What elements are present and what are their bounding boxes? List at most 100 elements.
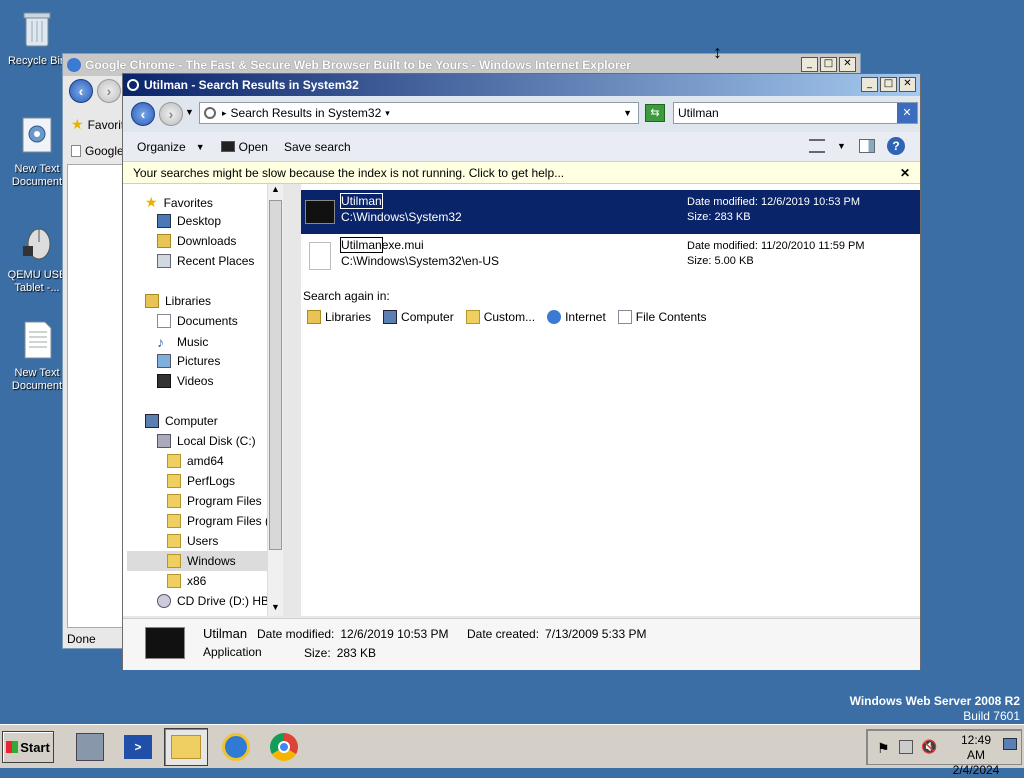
explorer-task-button[interactable] — [164, 728, 208, 766]
version-line-1: Windows Web Server 2008 R2 — [849, 694, 1020, 708]
close-button[interactable]: ✕ — [839, 57, 856, 72]
show-desktop-icon[interactable] — [1003, 738, 1017, 750]
nav-downloads[interactable]: Downloads — [157, 234, 236, 248]
search-box[interactable]: ✕ — [673, 102, 918, 124]
nav-folder-amd64[interactable]: amd64 — [167, 454, 224, 468]
nav-folder-users[interactable]: Users — [167, 534, 218, 548]
desktop-icon-new-text-document-2[interactable]: New Text Document — [6, 320, 68, 393]
maximize-button[interactable]: □ — [820, 57, 837, 72]
ie-title: Google Chrome - The Fast & Secure Web Br… — [85, 58, 631, 72]
action-center-flag-icon[interactable]: ⚑ — [877, 740, 890, 757]
documents-icon — [157, 314, 171, 328]
ie-tab[interactable]: Google — [71, 144, 124, 158]
nav-desktop[interactable]: Desktop — [157, 214, 221, 228]
minimize-button[interactable]: _ — [801, 57, 818, 72]
explorer-window[interactable]: Utilman - Search Results in System32 _ □… — [122, 73, 921, 670]
chrome-icon — [270, 733, 298, 761]
recycle-bin-icon — [23, 12, 51, 47]
refresh-button[interactable]: ⇆ — [645, 104, 665, 122]
volume-muted-icon[interactable]: 🔇 — [921, 739, 937, 755]
network-icon[interactable] — [899, 740, 913, 754]
desktop-icon-label: New Text Document — [11, 163, 63, 188]
search-again-internet[interactable]: Internet — [547, 310, 606, 324]
search-input[interactable] — [678, 106, 878, 120]
nav-folder-windows[interactable]: Windows — [167, 554, 236, 568]
navigation-pane: ★ Favorites Desktop Downloads Recent Plac… — [123, 184, 283, 616]
ie-status: Done — [67, 632, 96, 646]
nav-documents[interactable]: Documents — [157, 314, 238, 328]
clear-search-button[interactable]: ✕ — [897, 103, 917, 123]
nav-folder-perflogs[interactable]: PerfLogs — [167, 474, 235, 488]
result-item[interactable]: Utilman C:\Windows\System32 Date modifie… — [301, 190, 920, 234]
search-again-libraries[interactable]: Libraries — [307, 310, 371, 324]
view-options-icon[interactable] — [809, 139, 825, 153]
chevron-down-icon: ▼ — [195, 141, 205, 152]
star-icon: ★ — [71, 116, 84, 132]
scroll-thumb[interactable] — [269, 200, 282, 550]
organize-button[interactable]: Organize ▼ — [137, 140, 205, 154]
back-button[interactable]: ‹ — [131, 102, 155, 126]
ie-nav-back-icon[interactable]: ‹ — [69, 79, 93, 103]
ie-nav-forward-icon[interactable]: › — [97, 79, 121, 103]
info-bar[interactable]: Your searches might be slow because the … — [123, 162, 920, 184]
star-icon: ★ — [145, 194, 158, 210]
nav-cd-drive[interactable]: CD Drive (D:) HBCD — [157, 594, 282, 608]
minimize-button[interactable]: _ — [861, 77, 878, 92]
close-info-icon[interactable]: ✕ — [900, 166, 910, 180]
result-name-rest: exe.mui — [381, 238, 424, 252]
forward-button[interactable]: › — [159, 102, 183, 126]
clock[interactable]: 12:49 AM 2/4/2024 — [951, 733, 1001, 778]
preview-pane-icon[interactable] — [859, 139, 875, 153]
server-manager-button[interactable] — [68, 728, 112, 766]
hard-disk-icon — [157, 434, 171, 448]
computer-icon — [383, 310, 398, 324]
start-button[interactable]: Start — [2, 731, 54, 763]
desktop-icon-new-text-document-1[interactable]: New Text Document — [6, 116, 68, 189]
internet-explorer-button[interactable] — [214, 728, 258, 766]
result-name-highlight: Utilman — [340, 237, 383, 253]
chrome-button[interactable] — [262, 728, 306, 766]
search-again-custom[interactable]: Custom... — [465, 310, 535, 324]
breadcrumb-arrow-icon: ▸ — [222, 107, 227, 118]
nav-folder-x86[interactable]: x86 — [167, 574, 206, 588]
folder-icon — [167, 534, 181, 548]
details-size-label: Size: — [304, 646, 331, 660]
pictures-icon — [157, 354, 171, 368]
close-button[interactable]: ✕ — [899, 77, 916, 92]
nav-scrollbar[interactable]: ▲ ▼ — [267, 184, 283, 616]
nav-local-disk[interactable]: Local Disk (C:) — [157, 434, 256, 448]
nav-videos[interactable]: Videos — [157, 374, 213, 388]
desktop-icon-recycle-bin[interactable]: Recycle Bin — [6, 8, 68, 68]
result-item[interactable]: Utilmanexe.mui C:\Windows\System32\en-US… — [301, 234, 920, 278]
open-button[interactable]: Open — [220, 140, 268, 154]
search-again-file-contents[interactable]: File Contents — [617, 310, 706, 324]
nav-folder-program-files[interactable]: Program Files — [167, 494, 262, 508]
address-bar[interactable]: ▸ Search Results in System32 ▾ ▼ — [199, 102, 639, 124]
search-again-options: Libraries Computer Custom... Internet Fi… — [307, 310, 706, 324]
search-results: Utilman C:\Windows\System32 Date modifie… — [301, 184, 920, 616]
nav-recent-places[interactable]: Recent Places — [157, 254, 254, 268]
result-size: Size: 5.00 KB — [687, 255, 754, 267]
view-dropdown-icon[interactable]: ▼ — [837, 141, 846, 151]
explorer-title: Utilman - Search Results in System32 — [144, 78, 359, 92]
search-again-computer[interactable]: Computer — [383, 310, 454, 324]
nav-folder-program-files-x86[interactable]: Program Files (x86) — [167, 514, 282, 528]
nav-pictures[interactable]: Pictures — [157, 354, 220, 368]
scroll-up-arrow-icon[interactable]: ▲ — [268, 184, 283, 198]
clock-date: 2/4/2024 — [952, 763, 1000, 777]
nav-libraries[interactable]: Libraries — [145, 294, 211, 308]
application-icon — [305, 200, 335, 224]
nav-computer[interactable]: Computer — [145, 414, 218, 428]
maximize-button[interactable]: □ — [880, 77, 897, 92]
desktop-icon-qemu-tablet[interactable]: QEMU USB Tablet -... — [6, 222, 68, 295]
nav-music[interactable]: ♪ Music — [157, 334, 208, 350]
breadcrumb-dropdown-icon[interactable]: ▾ — [385, 108, 390, 119]
powershell-button[interactable]: > — [116, 728, 160, 766]
help-icon[interactable]: ? — [887, 137, 905, 155]
history-dropdown-icon[interactable]: ▼ — [185, 107, 194, 117]
address-dropdown-icon[interactable]: ▼ — [623, 108, 632, 118]
explorer-titlebar[interactable]: Utilman - Search Results in System32 — [123, 74, 920, 96]
save-search-button[interactable]: Save search — [284, 140, 351, 154]
scroll-down-arrow-icon[interactable]: ▼ — [268, 602, 283, 616]
nav-favorites[interactable]: ★ Favorites — [145, 194, 213, 211]
